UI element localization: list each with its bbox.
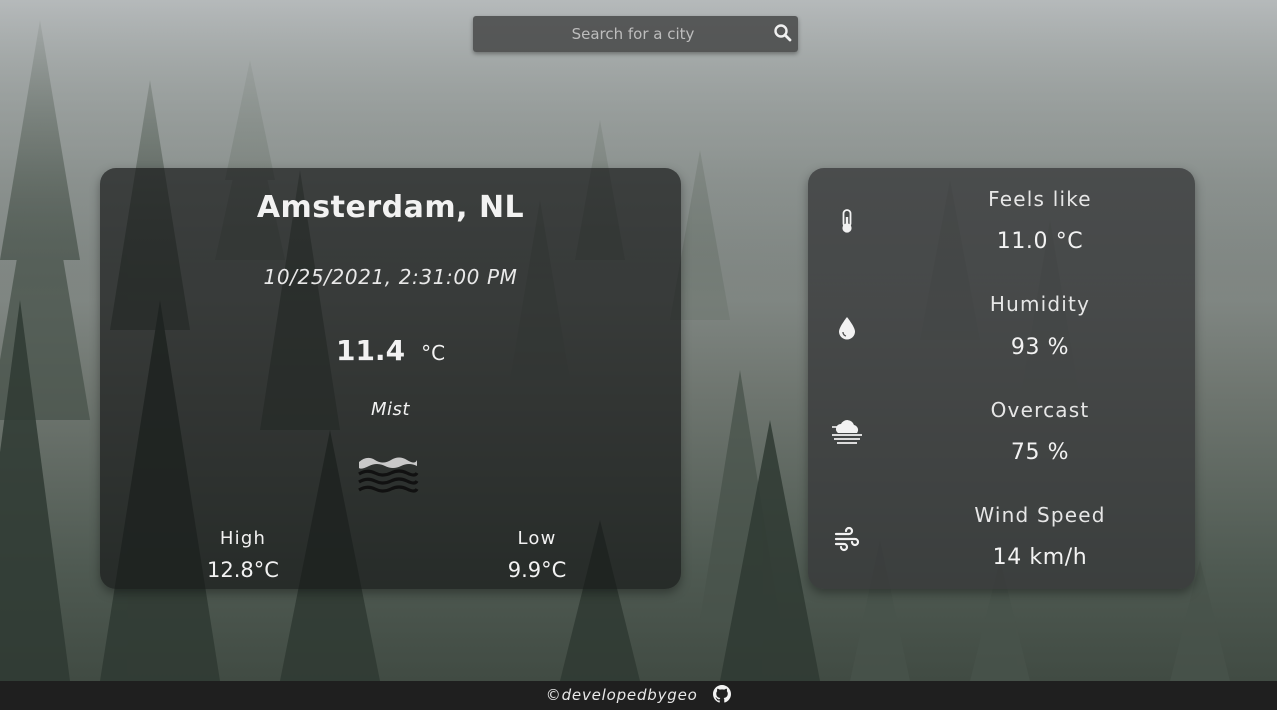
- wind-icon: [833, 524, 861, 552]
- water-drop-icon: [833, 313, 861, 341]
- footer-credit: ©developedbygeo: [545, 686, 698, 704]
- high-label: High: [219, 528, 267, 549]
- search-icon[interactable]: [773, 23, 793, 43]
- temperature-value: 11.4: [335, 334, 406, 367]
- thermometer-icon: [833, 207, 861, 235]
- weather-description: Mist: [371, 399, 410, 420]
- search-bar: [473, 16, 798, 52]
- date-time: 10/25/2021, 2:31:00 PM: [263, 265, 518, 289]
- current-temperature: 11.4 °C: [100, 334, 681, 367]
- github-icon[interactable]: [713, 684, 732, 703]
- cloud-fog-icon: [831, 418, 863, 446]
- overcast-label: Overcast: [990, 398, 1090, 422]
- search-input[interactable]: [473, 16, 763, 52]
- high-value: 12.8°C: [207, 558, 279, 582]
- feels-like-label: Feels like: [988, 187, 1092, 211]
- current-weather-card: [100, 168, 681, 589]
- mist-icon: [357, 452, 419, 496]
- location-title: Amsterdam, NL: [256, 190, 525, 225]
- humidity-value: 93 %: [1010, 335, 1070, 360]
- low-value: 9.9°C: [507, 558, 567, 582]
- temperature-unit: °C: [421, 341, 446, 365]
- low-label: Low: [517, 528, 557, 549]
- footer: ©developedbygeo: [0, 681, 1277, 710]
- overcast-value: 75 %: [1010, 440, 1070, 465]
- wind-speed-label: Wind Speed: [974, 503, 1106, 527]
- humidity-label: Humidity: [989, 292, 1091, 316]
- feels-like-value: 11.0 °C: [996, 229, 1084, 254]
- wind-speed-value: 14 km/h: [992, 545, 1088, 570]
